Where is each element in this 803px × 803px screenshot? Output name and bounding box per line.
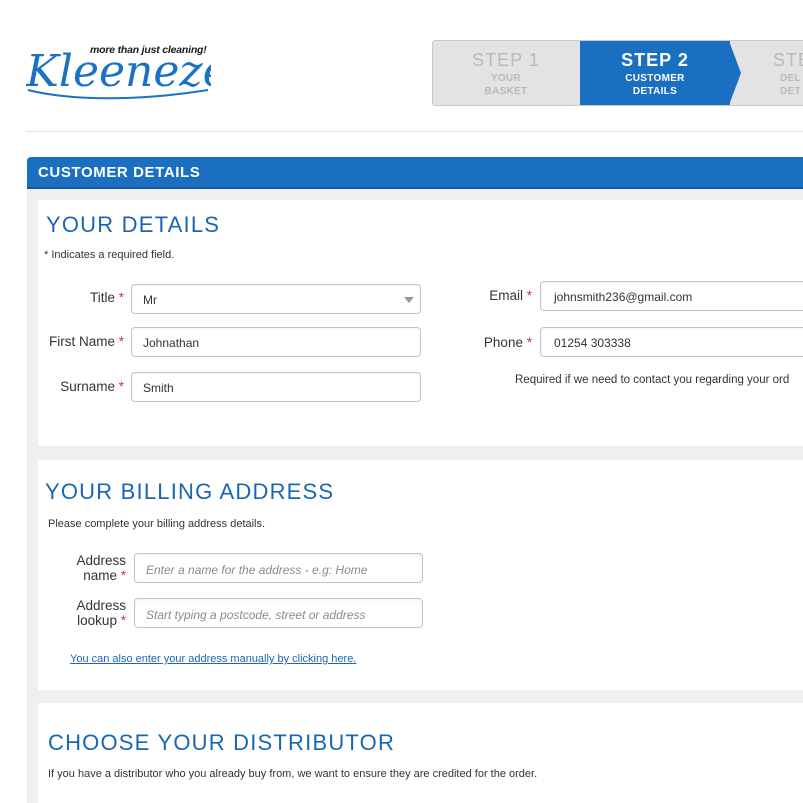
title-select-value: Mr <box>143 293 157 307</box>
step-number: STEP 1 <box>472 50 540 70</box>
address-lookup-input[interactable]: Start typing a postcode, street or addre… <box>134 598 423 628</box>
logo-tagline: more than just cleaning! <box>90 44 207 56</box>
email-label: Email * <box>489 288 532 303</box>
step-label: DEL <box>780 73 801 84</box>
chevron-down-icon <box>404 297 414 303</box>
step-label: DETAILS <box>632 86 678 97</box>
step-number: STE <box>773 50 803 70</box>
billing-note: Please complete your billing address det… <box>48 518 266 530</box>
email-input[interactable]: johnsmith236@gmail.com <box>540 281 803 311</box>
first-name-input[interactable]: Johnathan <box>131 327 421 357</box>
title-label: Title * <box>89 290 124 305</box>
step-label: YOUR <box>490 73 522 84</box>
step-label: DET <box>780 86 801 97</box>
title-select[interactable]: Mr <box>131 284 421 314</box>
your-details-heading: YOUR DETAILS <box>46 212 221 237</box>
address-name-input[interactable]: Enter a name for the address - e.g: Home <box>134 553 423 583</box>
distributor-note: If you have a distributor who you alread… <box>48 768 538 780</box>
surname-input[interactable]: Smith <box>131 372 421 402</box>
surname-label: Surname * <box>60 379 124 394</box>
checkout-steps: STEP 1 YOUR BASKET STEP 2 CUSTOMER DETAI… <box>432 40 803 106</box>
step-number: STEP 2 <box>621 50 689 70</box>
distributor-heading: CHOOSE YOUR DISTRIBUTOR <box>48 730 396 755</box>
header-divider <box>26 131 803 132</box>
billing-address-heading: YOUR BILLING ADDRESS <box>45 479 335 504</box>
manual-address-link[interactable]: You can also enter your address manually… <box>70 653 356 665</box>
address-lookup-label: Address lookup * <box>76 598 126 628</box>
step-customer-details[interactable]: STEP 2 CUSTOMER DETAILS <box>580 41 730 105</box>
step-label: BASKET <box>484 86 528 97</box>
step-label: CUSTOMER <box>625 73 685 84</box>
first-name-label: First Name * <box>48 334 124 349</box>
phone-input[interactable]: 01254 303338 <box>540 327 803 357</box>
address-name-label: Address name * <box>76 553 126 583</box>
step-arrow-icon <box>729 41 741 105</box>
step-delivery-details[interactable]: STE DEL DET <box>745 41 803 105</box>
step-basket[interactable]: STEP 1 YOUR BASKET <box>433 41 579 105</box>
section-title: CUSTOMER DETAILS <box>27 157 803 189</box>
required-note: * Indicates a required field. <box>44 249 175 261</box>
phone-label: Phone * <box>483 335 532 350</box>
phone-help-text: Required if we need to contact you regar… <box>515 374 790 386</box>
